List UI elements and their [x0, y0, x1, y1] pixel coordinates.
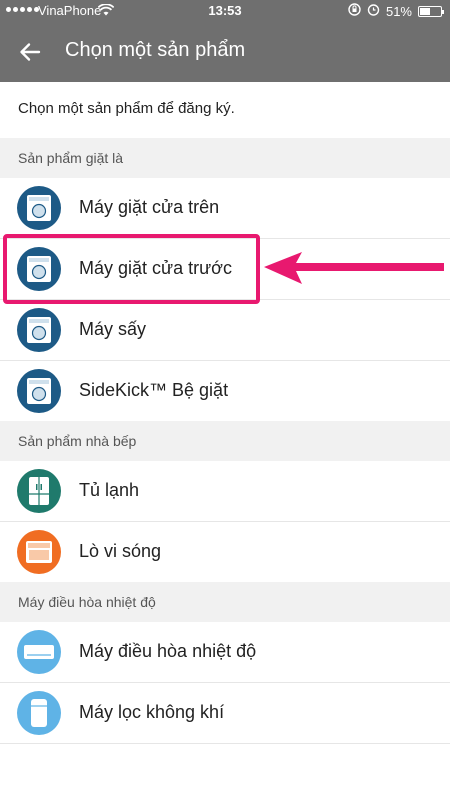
- status-bar: VinaPhone 13:53 51%: [0, 0, 450, 22]
- list-item-air-purifier[interactable]: Máy lọc không khí: [0, 683, 450, 744]
- orientation-lock-icon: [348, 3, 361, 19]
- washer-icon: [17, 247, 61, 291]
- list-item-top-load-washer[interactable]: Máy giặt cửa trên: [0, 178, 450, 239]
- list-item-label: SideKick™ Bệ giặt: [79, 380, 229, 400]
- list-item-label: Lò vi sóng: [79, 541, 162, 561]
- intro-text: Chọn một sản phẩm để đăng ký.: [18, 100, 235, 117]
- section-header-kitchen: Sản phẩm nhà bếp: [0, 421, 450, 461]
- washer-icon: [17, 186, 61, 230]
- list-item-air-conditioner[interactable]: Máy điều hòa nhiệt độ: [0, 622, 450, 683]
- battery-percent: 51%: [385, 3, 412, 19]
- alarm-icon: [367, 3, 380, 19]
- washer-icon: [17, 369, 61, 413]
- air-purifier-icon: [17, 691, 61, 735]
- section-header-laundry: Sản phẩm giặt là: [0, 138, 450, 178]
- list-item-microwave[interactable]: Lò vi sóng: [0, 522, 450, 583]
- air-conditioner-icon: [17, 630, 61, 674]
- back-button[interactable]: [14, 36, 46, 68]
- list-item-label: Máy giặt cửa trước: [79, 258, 232, 278]
- list-item-refrigerator[interactable]: Tủ lạnh: [0, 461, 450, 522]
- list-item-label: Máy sấy: [79, 319, 147, 339]
- list-item-label: Máy lọc không khí: [79, 702, 225, 722]
- back-arrow-icon: [20, 43, 41, 61]
- dryer-icon: [17, 308, 61, 352]
- list-item-label: Máy giặt cửa trên: [79, 197, 220, 217]
- list-item-label: Tủ lạnh: [79, 480, 140, 500]
- section-header-air-conditioning: Máy điều hòa nhiệt độ: [0, 582, 450, 622]
- list-item-dryer[interactable]: Máy sấy: [0, 300, 450, 361]
- microwave-icon: [17, 530, 61, 574]
- page-title: Chọn một sản phẩm: [65, 39, 246, 61]
- app-bar: Chọn một sản phẩm: [0, 22, 450, 82]
- list-item-label: Máy điều hòa nhiệt độ: [79, 641, 257, 661]
- list-item-sidekick-pedestal[interactable]: SideKick™ Bệ giặt: [0, 361, 450, 422]
- battery-icon: [418, 5, 444, 17]
- list-item-front-load-washer[interactable]: Máy giặt cửa trước: [0, 239, 450, 300]
- refrigerator-icon: [17, 469, 61, 513]
